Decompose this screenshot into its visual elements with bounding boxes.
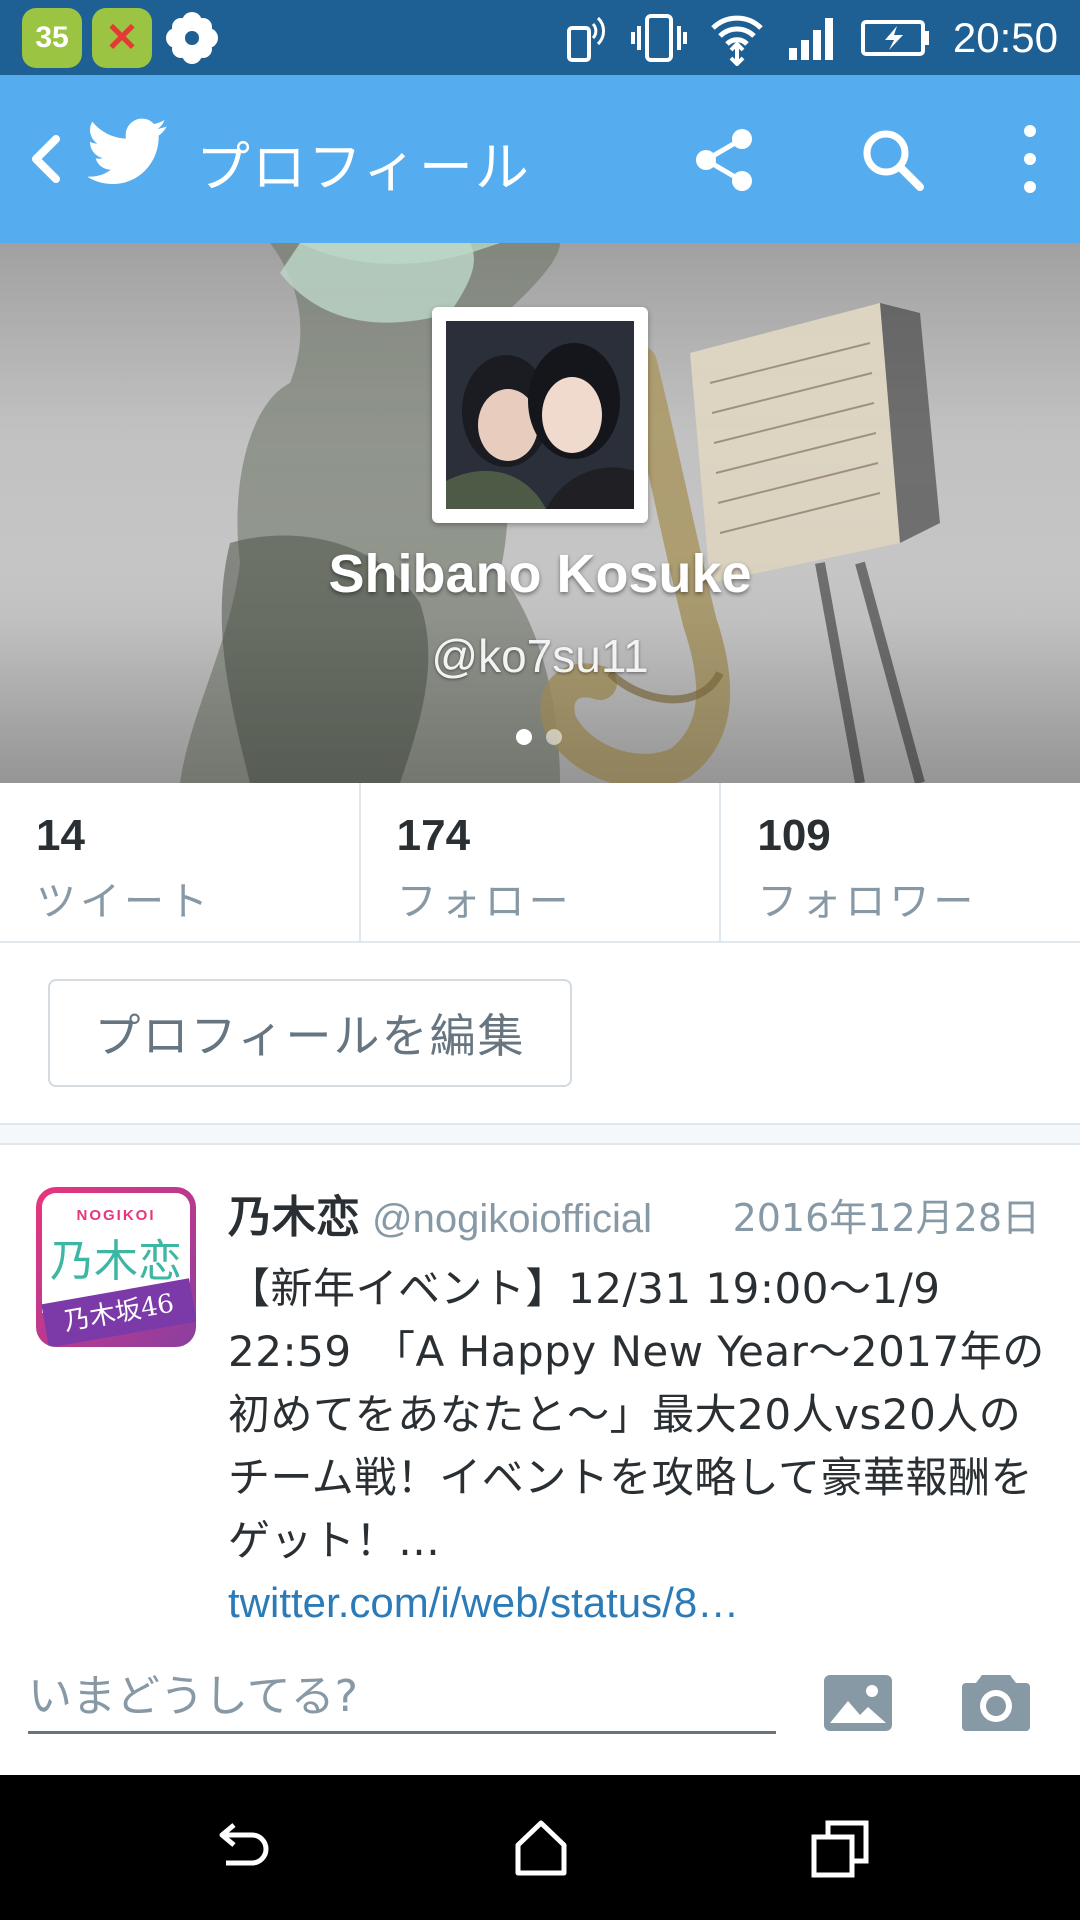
share-icon[interactable] [690,125,760,195]
android-badge-icon: 35 [22,8,82,68]
photo-icon[interactable] [822,1673,894,1733]
avatar-logo-text: 乃木恋 [50,1236,182,1287]
search-icon[interactable] [858,125,928,195]
notification-icons: 35 ✕ [22,8,222,68]
tweet-text: 【新年イベント】12/31 19:00〜1/9 22:59 「A Happy N… [228,1264,1045,1565]
stat-value: 109 [757,811,831,860]
battery-charging-icon [860,19,929,56]
avatar-photo [446,321,634,509]
android-error-icon: ✕ [92,8,152,68]
compose-bar [0,1633,1080,1775]
profile-name: Shibano Kosuke [328,544,752,604]
page-dot [546,729,562,745]
camera-icon[interactable] [960,1669,1032,1733]
stat-following[interactable]: 174 フォロー [361,783,722,941]
tweet-body: 乃木恋 @nogikoiofficial 2016年12月28日 【新年イベント… [228,1181,1048,1634]
tweet-item[interactable]: NOGIKOI 乃木恋 乃木坂46 乃木恋 @nogikoiofficial 2… [0,1145,1080,1635]
tweet-author-handle[interactable]: @nogikoiofficial [372,1197,652,1242]
stat-value: 14 [36,811,85,860]
phone-signal-icon [566,16,605,62]
twitter-bird-icon [88,118,167,184]
more-vert-icon[interactable] [1010,119,1050,199]
stat-tweets[interactable]: 14 ツイート [0,783,361,941]
nav-home-icon[interactable] [508,1815,574,1881]
cell-signal-icon [788,17,833,60]
header-page-indicator [516,729,562,745]
nav-recents-icon[interactable] [808,1815,874,1881]
tweet-link[interactable]: twitter.com/i/web/status/8… [228,1572,1048,1634]
edit-profile-section: プロフィールを編集 [0,943,1080,1123]
section-divider [0,1123,1080,1145]
flower-icon [166,12,218,64]
system-status: 20:50 [565,0,1058,75]
system-nav-bar [0,1775,1080,1920]
tweet-author-name[interactable]: 乃木恋 [228,1181,360,1245]
status-bar: 35 ✕ 20:50 [0,0,1080,75]
profile-avatar[interactable] [432,307,648,523]
stat-label: フォロワー [757,879,978,925]
stat-label: フォロー [396,879,573,925]
tweet-date: 2016年12月28日 [732,1196,1040,1240]
back-icon[interactable] [16,125,76,193]
page-dot-active [516,729,532,745]
notification-badge-count: 35 [35,21,69,54]
avatar-brand-text: NOGIKOI [76,1207,156,1224]
stat-label: ツイート [36,879,212,925]
profile-header[interactable]: Shibano Kosuke @ko7su11 [0,243,1080,783]
profile-stats: 14 ツイート 174 フォロー 109 フォロワー [0,783,1080,943]
compose-input[interactable] [28,1661,776,1734]
app-bar: プロフィール [0,75,1080,243]
page-title: プロフィール [196,136,531,199]
stat-followers[interactable]: 109 フォロワー [721,783,1080,941]
stat-value: 174 [396,811,471,860]
wifi-icon [711,15,763,66]
tweet-author-avatar[interactable]: NOGIKOI 乃木恋 乃木坂46 [36,1187,196,1347]
clock: 20:50 [952,13,1058,61]
profile-handle: @ko7su11 [431,630,649,682]
vibrate-icon [630,13,687,62]
edit-profile-button[interactable]: プロフィールを編集 [48,979,572,1087]
nav-back-icon[interactable] [208,1815,274,1881]
